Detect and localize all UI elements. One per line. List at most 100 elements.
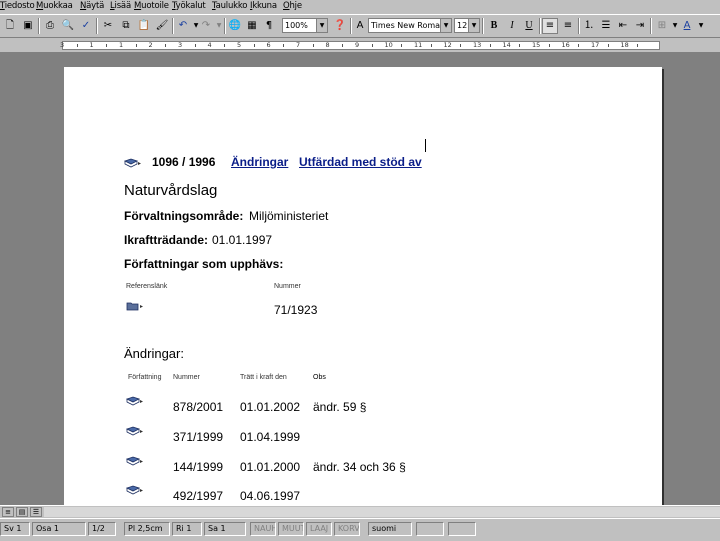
menu-bar: Tiedosto Muokkaa Näytä Lisää Muotoile Ty… — [0, 0, 720, 15]
chevron-down-icon[interactable]: ▼ — [440, 19, 451, 32]
align-left-icon[interactable]: ≡ — [542, 18, 558, 34]
ruler-tick — [106, 44, 108, 47]
font-size-value: 12 — [457, 21, 468, 30]
book-icon[interactable] — [126, 485, 144, 495]
ruler-number: 1 — [89, 41, 94, 49]
status-trk[interactable]: MUUT — [278, 522, 304, 536]
decrease-indent-icon[interactable]: ⇤ — [615, 18, 631, 34]
book-icon[interactable] — [126, 426, 144, 436]
horizontal-scrollbar[interactable]: ≡ ▤ ☰ — [0, 505, 720, 518]
table-icon[interactable]: ▦ — [244, 18, 260, 34]
ruler-tick — [283, 44, 285, 47]
increase-indent-icon[interactable]: ⇥ — [632, 18, 648, 34]
ruler-number: 16 — [561, 41, 570, 49]
menu-table[interactable]: Taulukko — [212, 1, 247, 11]
ruler-tick — [460, 44, 462, 47]
numbering-icon[interactable]: ⒈ — [581, 18, 597, 34]
ruler-number: 3 — [60, 41, 65, 49]
cut-icon[interactable]: ✂ — [100, 18, 116, 34]
book-icon[interactable] — [126, 396, 144, 406]
format-painter-icon[interactable]: 🖌 — [154, 18, 170, 34]
changes-col-number: Nummer — [173, 374, 200, 381]
spelling-icon[interactable]: ✓ — [78, 18, 94, 34]
status-column: Sa 1 — [204, 522, 246, 536]
menu-insert[interactable]: Lisää — [110, 1, 131, 11]
copy-icon[interactable]: ⧉ — [118, 18, 134, 34]
status-line: Ri 1 — [172, 522, 202, 536]
underline-button[interactable]: U — [521, 18, 537, 34]
ruler-tick — [548, 44, 550, 47]
menu-tools[interactable]: Työkalut — [172, 1, 206, 11]
print-icon[interactable]: ⎙ — [42, 18, 58, 34]
ruler-tick — [519, 44, 521, 47]
toolbar-separator — [38, 18, 40, 34]
help-icon[interactable]: ❓ — [332, 18, 348, 34]
menu-file[interactable]: Tiedosto — [0, 1, 35, 11]
ruler-tick — [194, 44, 196, 47]
bold-button[interactable]: B — [486, 18, 502, 34]
menu-window[interactable]: Ikkuna — [250, 1, 277, 11]
change-date: 04.06.1997 — [240, 489, 301, 503]
status-language: suomi — [368, 522, 412, 536]
status-ovr[interactable]: KORV — [334, 522, 360, 536]
align-center-icon[interactable]: ≡ — [560, 18, 576, 34]
ruler-number: 6 — [266, 41, 271, 49]
menu-format[interactable]: Muotoile — [134, 1, 169, 11]
book-icon[interactable] — [126, 456, 144, 466]
change-number: 492/1997 — [173, 489, 224, 503]
document-area[interactable]: 1096 / 1996 Ändringar Utfärdad med stöd … — [0, 53, 720, 507]
menu-help[interactable]: Ohje — [283, 1, 302, 11]
effective-label: Ikraftträdande: — [124, 233, 209, 247]
ruler-tick — [637, 44, 639, 47]
issued-under-link[interactable]: Utfärdad med stöd av — [299, 155, 422, 169]
save-icon[interactable]: ▣ — [20, 18, 36, 34]
page-layout-view-icon[interactable]: ▤ — [16, 507, 28, 517]
toolbar-separator — [96, 18, 98, 34]
ruler-tick — [312, 44, 314, 47]
chevron-down-icon[interactable]: ▼ — [468, 19, 479, 32]
menu-view[interactable]: Näytä — [80, 1, 104, 11]
ruler-number: 12 — [443, 41, 452, 49]
ruler-tick — [489, 44, 491, 47]
book-icon[interactable] — [124, 158, 142, 168]
hyperlink-icon[interactable]: 🌐 — [227, 18, 243, 34]
status-rec[interactable]: NAUH — [250, 522, 276, 536]
horizontal-ruler[interactable]: 3 1 1 2 3 4 5 6 7 8 9 10 11 12 13 14 15 16 17 18 — [0, 38, 720, 53]
font-color-dropdown-icon[interactable]: ▼ — [693, 18, 709, 34]
change-note: ändr. 34 och 36 § — [313, 460, 406, 474]
italic-button[interactable]: I — [504, 18, 520, 34]
folder-icon[interactable] — [126, 301, 144, 311]
text-cursor — [425, 139, 426, 152]
toolbar-separator — [650, 18, 652, 34]
document-page[interactable]: 1096 / 1996 Ändringar Utfärdad med stöd … — [64, 67, 662, 507]
effective-value: 01.01.1997 — [212, 233, 273, 247]
formatting-toolbar: 🗋 ▣ ⎙ 🔍 ✓ ✂ ⧉ 📋 🖌 ↶ ▼ ↷ ▼ 🌐 ▦ ¶ 100% ▼ ❓ … — [0, 15, 720, 38]
font-select[interactable]: Times New Roman ▼ — [368, 18, 452, 33]
changes-link[interactable]: Ändringar — [231, 155, 288, 169]
new-document-icon[interactable]: 🗋 — [2, 18, 18, 34]
print-preview-icon[interactable]: 🔍 — [60, 18, 76, 34]
style-icon[interactable]: A — [352, 18, 368, 34]
repealed-number: 71/1923 — [274, 303, 318, 317]
bullets-icon[interactable]: ☰ — [598, 18, 614, 34]
ruler-number: 11 — [414, 41, 423, 49]
scroll-track[interactable] — [44, 507, 720, 517]
change-note: ändr. 59 § — [313, 400, 367, 414]
outline-view-icon[interactable]: ☰ — [30, 507, 42, 517]
ruler-tick — [342, 44, 344, 47]
normal-view-icon[interactable]: ≡ — [2, 507, 14, 517]
toolbar-separator — [482, 18, 484, 34]
zoom-select[interactable]: 100% ▼ — [282, 18, 328, 33]
toolbar-separator — [539, 18, 541, 34]
paste-icon[interactable]: 📋 — [136, 18, 152, 34]
status-spelling — [416, 522, 444, 536]
changes-col-date: Trätt i kraft den — [240, 374, 287, 381]
toolbar-separator — [172, 18, 174, 34]
change-number: 144/1999 — [173, 460, 224, 474]
ruler-number: 15 — [532, 41, 541, 49]
chevron-down-icon[interactable]: ▼ — [316, 19, 327, 32]
menu-edit[interactable]: Muokkaa — [36, 1, 73, 11]
show-hide-icon[interactable]: ¶ — [261, 18, 277, 34]
font-size-select[interactable]: 12 ▼ — [454, 18, 480, 33]
status-ext[interactable]: LAAJ — [306, 522, 332, 536]
